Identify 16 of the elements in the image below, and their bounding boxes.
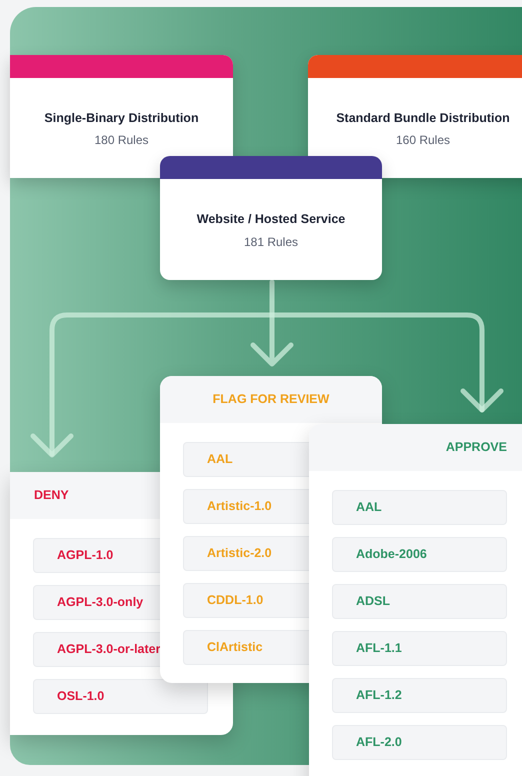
license-item: AFL-1.2 — [332, 678, 507, 713]
card-title: Standard Bundle Distribution — [336, 110, 510, 127]
license-item: AFL-1.1 — [332, 631, 507, 666]
card-title: Single-Binary Distribution — [44, 110, 199, 127]
license-item: Adobe-2006 — [332, 537, 507, 572]
rules-count: 180 Rules — [94, 132, 149, 150]
rules-count: 181 Rules — [244, 234, 298, 251]
license-item: AAL — [332, 490, 507, 525]
license-item: OSL-1.0 — [33, 679, 208, 714]
rules-count: 160 Rules — [396, 132, 450, 150]
verdict-title: FLAG FOR REVIEW — [212, 391, 330, 408]
license-item: AFL-2.0 — [332, 725, 507, 760]
card-title: Website / Hosted Service — [196, 211, 346, 228]
license-item: ADSL — [332, 584, 507, 619]
verdict-title: APPROVE — [446, 439, 507, 456]
verdict-title: DENY — [34, 487, 69, 504]
